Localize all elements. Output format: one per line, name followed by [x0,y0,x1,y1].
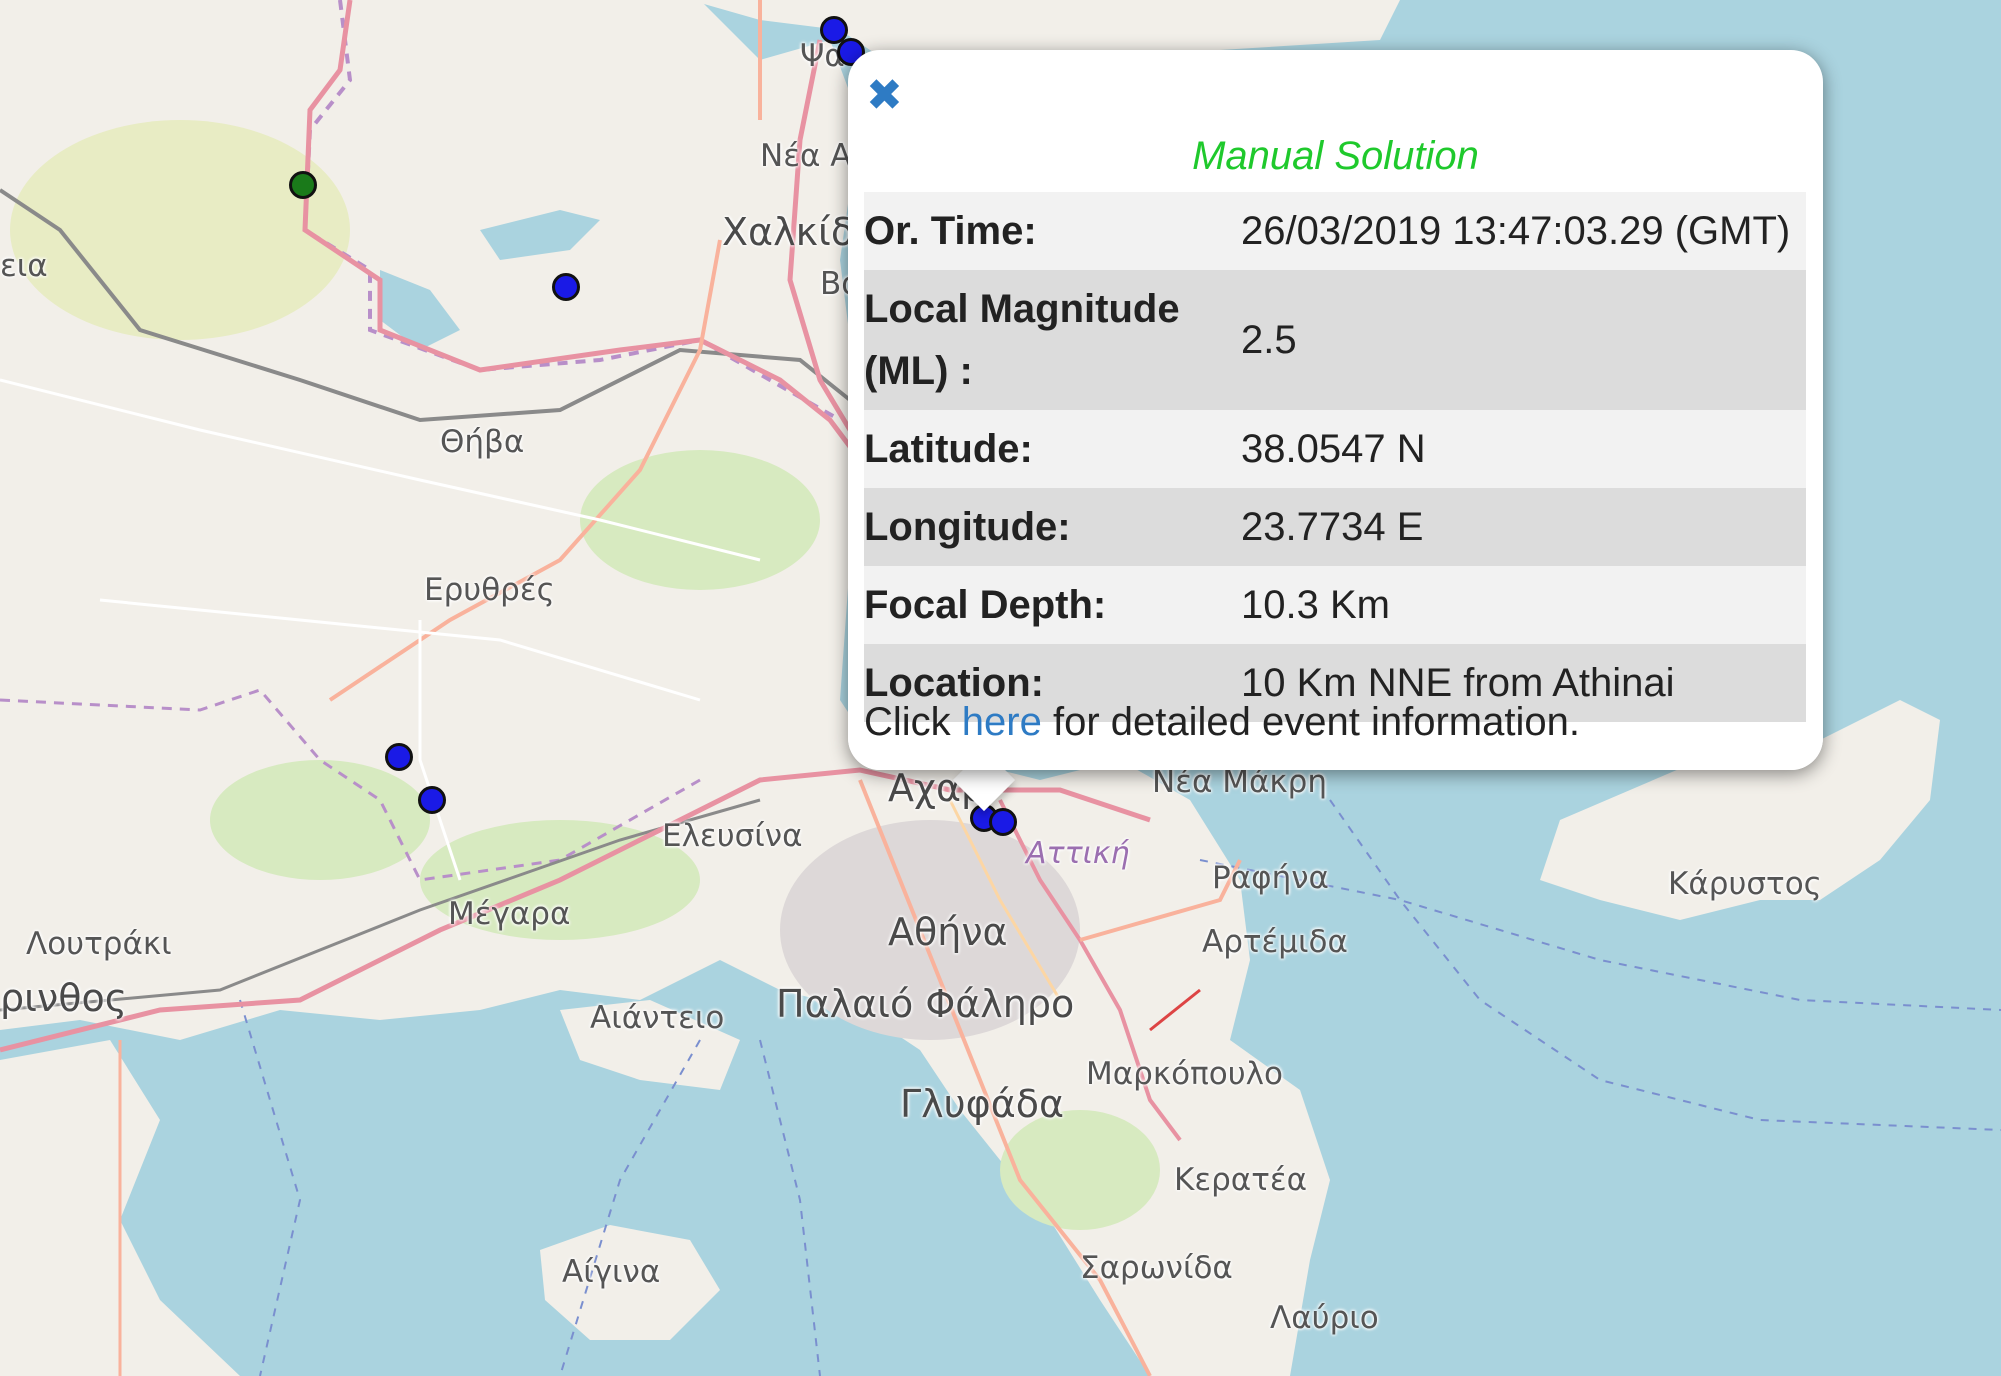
origin-time-label: Or. Time: [864,209,1037,253]
magnitude-value: 2.5 [1241,318,1297,362]
latitude-value: 38.0547 N [1241,427,1426,471]
event-info-table: Or. Time: 26/03/2019 13:47:03.29 (GMT) L… [864,192,1806,722]
place-label: Αιάντειο [590,1000,725,1036]
place-label: Ραφήνα [1212,860,1329,896]
place-label: Κερατέα [1174,1162,1308,1198]
place-label: Κάρυστος [1668,866,1822,902]
place-label: Αίγινα [562,1254,661,1290]
focal-depth-label: Focal Depth: [864,583,1107,627]
detail-link[interactable]: here [962,700,1042,744]
table-row: Focal Depth: 10.3 Km [864,566,1806,644]
place-label: Ελευσίνα [662,818,803,854]
place-label: Παλαιό Φάληρο [776,982,1075,1026]
place-label: Μαρκόπουλο [1086,1056,1283,1092]
place-label: ρινθος [0,976,128,1020]
latitude-label: Latitude: [864,427,1033,471]
detail-text: Click here for detailed event informatio… [864,700,1580,745]
table-row: Latitude: 38.0547 N [864,410,1806,488]
detail-suffix: for detailed event information. [1052,700,1580,744]
place-label: εια [0,248,48,284]
place-label: Λαύριο [1270,1300,1379,1336]
earthquake-marker[interactable] [418,786,446,814]
place-label: Αθήνα [888,910,1008,954]
table-row: Local Magnitude (ML) : 2.5 [864,270,1806,410]
earthquake-marker[interactable] [552,273,580,301]
origin-time-value: 26/03/2019 13:47:03.29 (GMT) [1241,209,1791,253]
longitude-value: 23.7734 E [1241,505,1424,549]
place-label: Μέγαρα [448,896,571,932]
place-label: Γλυφάδα [900,1082,1065,1126]
magnitude-label: Local Magnitude (ML) : [864,287,1180,393]
place-label: Χαλκίδ [722,210,855,254]
detail-prefix: Click [864,700,951,744]
earthquake-marker[interactable] [989,808,1017,836]
place-label: Σαρωνίδα [1080,1250,1233,1286]
focal-depth-value: 10.3 Km [1241,583,1390,627]
place-label: Νέα Α [760,138,852,174]
place-label: Αρτέμιδα [1202,924,1348,960]
longitude-label: Longitude: [864,505,1071,549]
close-icon[interactable]: ✖ [866,74,903,118]
place-label: Λουτράκι [26,926,172,962]
place-label: Ερυθρές [424,572,555,608]
table-row: Longitude: 23.7734 E [864,488,1806,566]
region-label: Αττική [1026,836,1130,871]
place-label: Θήβα [440,424,525,460]
popup-title: Manual Solution [1192,134,1479,178]
earthquake-marker[interactable] [289,171,317,199]
earthquake-marker[interactable] [385,743,413,771]
table-row: Or. Time: 26/03/2019 13:47:03.29 (GMT) [864,192,1806,270]
